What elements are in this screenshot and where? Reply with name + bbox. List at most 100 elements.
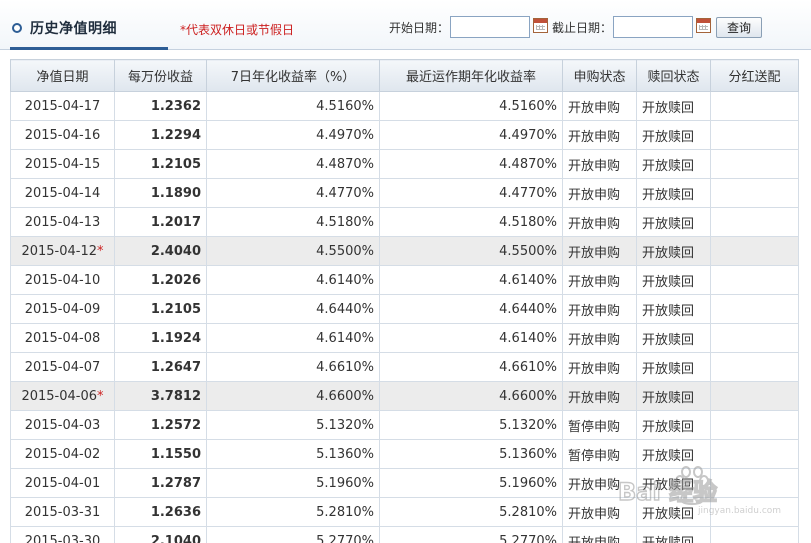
holiday-star-marker: * xyxy=(97,243,104,259)
cell-dividend xyxy=(710,178,799,208)
cell-7day-rate: 4.6610% xyxy=(206,352,380,382)
query-button[interactable]: 查询 xyxy=(716,17,762,38)
cell-7day-rate-text: 4.6140% xyxy=(316,272,374,288)
cell-redeem-status-text: 开放赎回 xyxy=(642,100,695,116)
cell-buy-status-text: 暂停申购 xyxy=(568,419,621,435)
cell-redeem-status-text: 开放赎回 xyxy=(642,158,695,174)
cell-redeem-status: 开放赎回 xyxy=(636,91,711,121)
cell-7day-rate-text: 5.2770% xyxy=(316,533,374,543)
cell-date: 2015-04-09 xyxy=(10,294,115,324)
end-date-label: 截止日期： xyxy=(552,21,613,35)
cell-period-rate-text: 4.4970% xyxy=(499,127,557,143)
cell-date: 2015-04-01 xyxy=(10,468,115,498)
table-row: 2015-04-01 1.2787 5.1960% 5.1960% 开放申购 开放赎回 xyxy=(10,468,799,498)
cell-date-text: 2015-04-06 xyxy=(21,388,98,404)
cell-period-rate: 4.4970% xyxy=(379,120,563,150)
cell-date: 2015-04-17 xyxy=(10,91,115,121)
cell-redeem-status: 开放赎回 xyxy=(636,207,711,237)
cell-date-text: 2015-04-01 xyxy=(24,475,101,491)
cell-redeem-status: 开放赎回 xyxy=(636,352,711,382)
start-date-input[interactable] xyxy=(450,16,530,38)
cell-redeem-status: 开放赎回 xyxy=(636,323,711,353)
header-bar: 历史净值明细 *代表双休日或节假日 开始日期： 截止日期： 查询 xyxy=(0,0,811,50)
cell-redeem-status-text: 开放赎回 xyxy=(642,216,695,232)
cell-period-rate-text: 4.6140% xyxy=(499,330,557,346)
cell-redeem-status-text: 开放赎回 xyxy=(642,187,695,203)
cell-buy-status: 开放申购 xyxy=(562,120,637,150)
cell-yield: 1.1890 xyxy=(114,178,207,208)
cell-buy-status-text: 开放申购 xyxy=(568,187,621,203)
cell-redeem-status-text: 开放赎回 xyxy=(642,303,695,319)
cell-period-rate: 4.5500% xyxy=(379,236,563,266)
cell-yield-text: 1.2787 xyxy=(150,475,201,491)
cell-buy-status: 开放申购 xyxy=(562,236,637,266)
cell-yield-text: 2.4040 xyxy=(150,243,201,259)
cell-yield-text: 1.2636 xyxy=(150,504,201,520)
column-header-redeem-status: 赎回状态 xyxy=(636,59,711,92)
cell-yield: 2.4040 xyxy=(114,236,207,266)
cell-period-rate-text: 4.4870% xyxy=(499,156,557,172)
cell-yield: 1.2294 xyxy=(114,120,207,150)
cell-7day-rate: 4.5500% xyxy=(206,236,380,266)
cell-yield-text: 1.1550 xyxy=(150,446,201,462)
cell-yield-text: 1.2572 xyxy=(150,417,201,433)
cell-dividend xyxy=(710,410,799,440)
cell-date: 2015-04-15 xyxy=(10,149,115,179)
circle-bullet-icon xyxy=(12,23,22,33)
cell-period-rate: 4.4770% xyxy=(379,178,563,208)
cell-redeem-status: 开放赎回 xyxy=(636,439,711,469)
cell-7day-rate: 5.1360% xyxy=(206,439,380,469)
cell-yield: 2.1040 xyxy=(114,526,207,543)
cell-yield: 1.2017 xyxy=(114,207,207,237)
table-row: 2015-04-09 1.2105 4.6440% 4.6440% 开放申购 开放赎回 xyxy=(10,294,799,324)
holiday-note: *代表双休日或节假日 xyxy=(180,23,295,37)
table-row: 2015-03-31 1.2636 5.2810% 5.2810% 开放申购 开放赎回 xyxy=(10,497,799,527)
cell-period-rate-text: 5.2810% xyxy=(499,504,557,520)
cell-redeem-status: 开放赎回 xyxy=(636,149,711,179)
cell-yield-text: 1.2294 xyxy=(150,127,201,143)
cell-date-text: 2015-04-12 xyxy=(21,243,98,259)
cell-period-rate: 4.4870% xyxy=(379,149,563,179)
end-date-input[interactable] xyxy=(613,16,693,38)
cell-yield-text: 1.2105 xyxy=(150,301,201,317)
cell-period-rate-text: 5.2770% xyxy=(499,533,557,543)
cell-7day-rate: 4.6440% xyxy=(206,294,380,324)
cell-date: 2015-04-02 xyxy=(10,439,115,469)
cell-buy-status: 开放申购 xyxy=(562,178,637,208)
cell-redeem-status: 开放赎回 xyxy=(636,120,711,150)
cell-date: 2015-04-08 xyxy=(10,323,115,353)
cell-period-rate-text: 4.4770% xyxy=(499,185,557,201)
cell-period-rate: 5.2770% xyxy=(379,526,563,543)
cell-date-text: 2015-03-30 xyxy=(24,533,101,543)
cell-date-text: 2015-04-09 xyxy=(24,301,101,317)
start-calendar-icon[interactable] xyxy=(533,18,548,33)
cell-redeem-status-text: 开放赎回 xyxy=(642,506,695,522)
cell-period-rate-text: 5.1360% xyxy=(499,446,557,462)
cell-date: 2015-04-03 xyxy=(10,410,115,440)
cell-7day-rate: 4.6140% xyxy=(206,323,380,353)
cell-period-rate-text: 5.1960% xyxy=(499,475,557,491)
cell-dividend xyxy=(710,91,799,121)
cell-dividend xyxy=(710,294,799,324)
cell-buy-status-text: 开放申购 xyxy=(568,245,621,261)
cell-period-rate: 4.6610% xyxy=(379,352,563,382)
column-header-period-rate: 最近运作期年化收益率 xyxy=(379,59,563,92)
cell-7day-rate-text: 5.2810% xyxy=(316,504,374,520)
cell-yield: 3.7812 xyxy=(114,381,207,411)
end-calendar-icon[interactable] xyxy=(696,18,711,33)
cell-redeem-status-text: 开放赎回 xyxy=(642,535,695,543)
cell-buy-status: 开放申购 xyxy=(562,294,637,324)
cell-date-text: 2015-04-10 xyxy=(24,272,101,288)
cell-yield-text: 1.2026 xyxy=(150,272,201,288)
cell-yield-text: 1.1924 xyxy=(150,330,201,346)
cell-period-rate: 4.6440% xyxy=(379,294,563,324)
page: 历史净值明细 *代表双休日或节假日 开始日期： 截止日期： 查询 净值日期 每万… xyxy=(0,0,811,543)
cell-buy-status-text: 开放申购 xyxy=(568,216,621,232)
section-tab: 历史净值明细 xyxy=(10,10,168,50)
cell-date: 2015-03-30 xyxy=(10,526,115,543)
cell-date: 2015-04-07 xyxy=(10,352,115,382)
column-header-date: 净值日期 xyxy=(10,59,115,92)
cell-date-text: 2015-03-31 xyxy=(24,504,101,520)
cell-7day-rate: 4.6140% xyxy=(206,265,380,295)
table-row: 2015-03-30 2.1040 5.2770% 5.2770% 开放申购 开放赎回 xyxy=(10,526,799,543)
